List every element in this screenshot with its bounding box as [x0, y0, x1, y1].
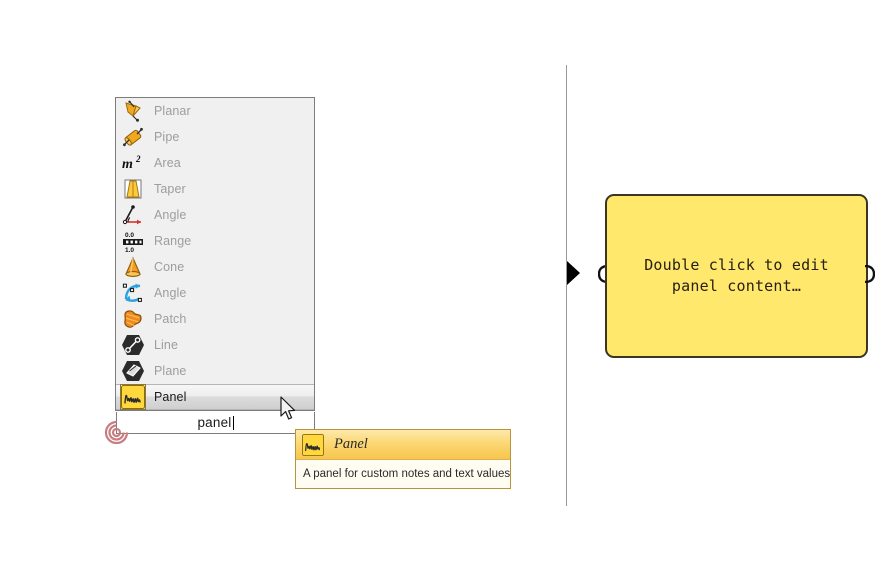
menu-item-cone[interactable]: Cone — [116, 254, 314, 280]
svg-text:1.0: 1.0 — [125, 247, 134, 253]
source-triangle-marker[interactable] — [567, 261, 581, 285]
component-list: Planar Pipe m 2 Area Taper Angle 0.0 1.0… — [116, 98, 314, 410]
panel-icon — [120, 384, 146, 410]
menu-item-planar[interactable]: Planar — [116, 98, 314, 124]
svg-text:2: 2 — [135, 154, 141, 164]
range-icon: 0.0 1.0 — [121, 229, 145, 254]
angle-arc-icon — [121, 281, 145, 305]
menu-item-label: Angle — [154, 208, 187, 222]
component-tooltip: Panel A panel for custom notes and text … — [295, 429, 511, 489]
menu-item-plane[interactable]: Plane — [116, 358, 314, 384]
taper-icon — [121, 177, 145, 201]
text-caret — [232, 415, 234, 430]
menu-item-angle-vector[interactable]: Angle — [116, 202, 314, 228]
line-icon — [121, 333, 145, 357]
panel-icon — [302, 433, 324, 456]
menu-item-range[interactable]: 0.0 1.0 Range — [116, 228, 314, 254]
cone-icon — [121, 255, 145, 279]
area-icon: m 2 — [121, 151, 145, 175]
panel-text: Double click to edit panel content… — [644, 256, 829, 295]
tooltip-title: Panel — [334, 436, 368, 452]
svg-text:0.0: 0.0 — [125, 232, 134, 239]
arrow-cursor-icon — [280, 396, 298, 423]
patch-icon — [121, 307, 145, 331]
menu-item-label: Range — [154, 234, 192, 248]
menu-item-line[interactable]: Line — [116, 332, 314, 358]
panel-component[interactable]: Double click to edit panel content… — [597, 194, 876, 358]
menu-item-label: Area — [154, 156, 181, 170]
canvas-group-divider — [566, 65, 567, 506]
menu-item-angle-arc[interactable]: Angle — [116, 280, 314, 306]
svg-text:m: m — [122, 157, 133, 172]
menu-item-patch[interactable]: Patch — [116, 306, 314, 332]
search-input-value: panel — [197, 415, 232, 430]
menu-item-label: Pipe — [154, 130, 180, 144]
tooltip-header: Panel — [296, 430, 510, 460]
menu-item-label: Taper — [154, 182, 186, 196]
pipe-icon — [121, 125, 145, 149]
panel-body[interactable]: Double click to edit panel content… — [605, 194, 868, 358]
menu-item-area[interactable]: m 2 Area — [116, 150, 314, 176]
tooltip-description: A panel for custom notes and text values — [303, 468, 511, 480]
menu-item-label: Patch — [154, 312, 187, 326]
menu-item-taper[interactable]: Taper — [116, 176, 314, 202]
tooltip-body: A panel for custom notes and text values — [296, 460, 510, 488]
menu-item-label: Plane — [154, 364, 187, 378]
angle-vector-icon — [121, 203, 145, 227]
plane-icon — [121, 359, 145, 383]
planar-icon — [121, 99, 145, 123]
component-chooser-popup[interactable]: Planar Pipe m 2 Area Taper Angle 0.0 1.0… — [115, 97, 315, 411]
spiral-marker-icon — [104, 420, 129, 445]
menu-item-label: Angle — [154, 286, 187, 300]
menu-item-label: Panel — [154, 390, 187, 404]
menu-item-label: Line — [154, 338, 179, 352]
menu-item-label: Planar — [154, 104, 191, 118]
menu-item-pipe[interactable]: Pipe — [116, 124, 314, 150]
menu-item-label: Cone — [154, 260, 185, 274]
panel-output-nub[interactable] — [863, 264, 876, 284]
